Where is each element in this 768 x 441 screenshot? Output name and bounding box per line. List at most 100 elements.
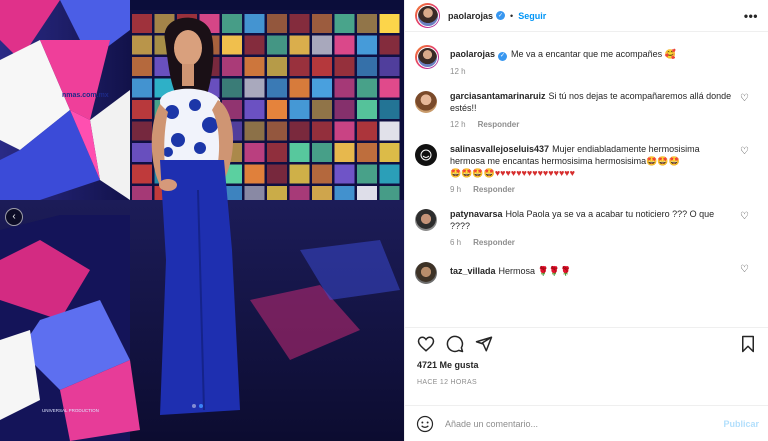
like-comment-heart-icon[interactable]: ♡ (740, 146, 749, 157)
video-wall-tile (289, 57, 310, 76)
comment-username[interactable]: garciasantamarinaruiz (450, 91, 546, 101)
like-comment-heart-icon[interactable]: ♡ (740, 211, 749, 222)
comment-emojis: 🤩🤩🤩🤩 (450, 167, 495, 178)
header-separator: • (510, 10, 514, 21)
video-wall-tile (379, 78, 400, 98)
post-photo[interactable]: nmas.com.mx UNIVERSAL PRODUCTION ‹ (0, 0, 404, 441)
video-wall-tile (312, 35, 332, 55)
video-wall-tile (357, 143, 377, 162)
video-wall-tile (289, 100, 310, 119)
video-wall-tile (222, 35, 242, 55)
video-wall-tile (289, 78, 310, 98)
comments-list[interactable]: paolarojas ✓ Me va a encantar que me acomp… (405, 45, 768, 320)
video-wall-tile (222, 14, 242, 33)
video-wall-tile (379, 57, 400, 76)
comment-username[interactable]: taz_villada (450, 266, 496, 276)
comment-time[interactable]: 6 h (450, 238, 461, 247)
video-wall-tile (132, 57, 152, 76)
video-wall-tile (357, 57, 377, 76)
save-bookmark-icon[interactable] (737, 333, 759, 355)
comment-input[interactable] (445, 418, 724, 429)
video-wall-tile (357, 121, 377, 141)
video-wall-tile (132, 14, 152, 33)
carousel-indicator (192, 404, 203, 408)
like-comment-heart-icon[interactable]: ♡ (740, 93, 749, 104)
video-wall-tile (289, 121, 310, 141)
video-wall-tile (312, 57, 332, 76)
comment-time[interactable]: 12 h (450, 120, 466, 129)
commenter-avatar[interactable] (415, 143, 437, 166)
comment-item: salinasvallejoseluis437 Mujer endiabladam… (415, 143, 759, 196)
video-wall-tile (244, 78, 265, 98)
comment-item: patynavarsa Hola Paola ya se va a acabar … (415, 208, 759, 249)
like-comment-heart-icon[interactable]: ♡ (740, 264, 749, 275)
video-wall-tile (357, 14, 377, 33)
video-wall-tile (289, 14, 310, 33)
comment-username[interactable]: salinasvallejoseluis437 (450, 144, 549, 154)
video-wall-tile (379, 100, 400, 119)
video-wall-tile (289, 35, 310, 55)
video-wall-tile (357, 78, 377, 98)
carousel-previous-button[interactable]: ‹ (5, 208, 23, 226)
video-wall-tile (132, 121, 152, 141)
video-wall-tile (267, 78, 287, 98)
commenter-avatar[interactable] (415, 261, 437, 284)
caption-avatar[interactable] (415, 45, 439, 69)
commenter-avatar[interactable] (415, 208, 437, 231)
video-wall-tile (334, 78, 355, 98)
video-wall-tile (132, 35, 152, 55)
video-wall-tile (379, 121, 400, 141)
floor-text: UNIVERSAL PRODUCTION (42, 408, 99, 413)
caption-time[interactable]: 12 h (450, 67, 466, 76)
video-wall-tile (357, 100, 377, 119)
video-wall-tile (334, 35, 355, 55)
video-wall-tile (357, 164, 377, 184)
post-timestamp[interactable]: HACE 12 HORAS (417, 379, 477, 386)
comment-hearts: ♥♥♥♥♥♥♥♥♥♥♥♥♥♥♥ (494, 167, 575, 178)
author-username[interactable]: paolarojas (448, 11, 493, 21)
video-wall-tile (244, 164, 265, 184)
author-avatar[interactable] (415, 3, 440, 28)
comment-time[interactable]: 9 h (450, 185, 461, 194)
comment-emojis: 🤩🤩🤩 (646, 155, 680, 166)
video-wall-tile (379, 14, 400, 33)
emoji-picker-icon[interactable] (415, 414, 435, 434)
more-options-icon[interactable]: ••• (744, 9, 758, 23)
carousel-dot (192, 404, 196, 408)
follow-button[interactable]: Seguir (518, 11, 546, 21)
video-wall-tile (267, 14, 287, 33)
comment-username[interactable]: patynavarsa (450, 209, 503, 219)
photo-scene: nmas.com.mx UNIVERSAL PRODUCTION (0, 0, 404, 441)
share-send-icon[interactable] (473, 333, 495, 355)
video-wall-tile (379, 164, 400, 184)
video-wall-tile (334, 121, 355, 141)
publish-button[interactable]: Publicar (723, 419, 759, 429)
post-side-panel: paolarojas ✓ • Seguir ••• paolarojas ✓ Me … (404, 0, 768, 441)
video-wall-tile (244, 143, 265, 162)
commenter-avatar[interactable] (415, 90, 437, 113)
caption-username[interactable]: paolarojas (450, 49, 495, 59)
video-wall-tile (132, 164, 152, 184)
caption: paolarojas ✓ Me va a encantar que me acomp… (415, 45, 759, 78)
video-wall-tile (132, 143, 152, 162)
instagram-post-modal: nmas.com.mx UNIVERSAL PRODUCTION ‹ paola… (0, 0, 768, 441)
reply-button[interactable]: Responder (478, 120, 520, 129)
likes-count[interactable]: 4721 Me gusta (417, 360, 479, 370)
caption-text: Me va a encantar que me acompañes 🥰 (511, 49, 676, 59)
video-wall-tile (267, 57, 287, 76)
like-heart-icon[interactable] (415, 333, 437, 355)
post-actions-bar (405, 327, 768, 355)
video-wall-tile (244, 14, 265, 33)
video-wall-tile (334, 14, 355, 33)
video-wall-tile (244, 121, 265, 141)
reply-button[interactable]: Responder (473, 185, 515, 194)
video-wall-tile (357, 35, 377, 55)
video-wall-tile (312, 78, 332, 98)
video-wall-tile (267, 121, 287, 141)
comment-bubble-icon[interactable] (444, 333, 466, 355)
reply-button[interactable]: Responder (473, 238, 515, 247)
comment-text: Hermosa 🌹🌹🌹 (498, 265, 572, 276)
video-wall-tile (334, 143, 355, 162)
video-wall-tile (334, 164, 355, 184)
video-wall-tile (312, 164, 332, 184)
